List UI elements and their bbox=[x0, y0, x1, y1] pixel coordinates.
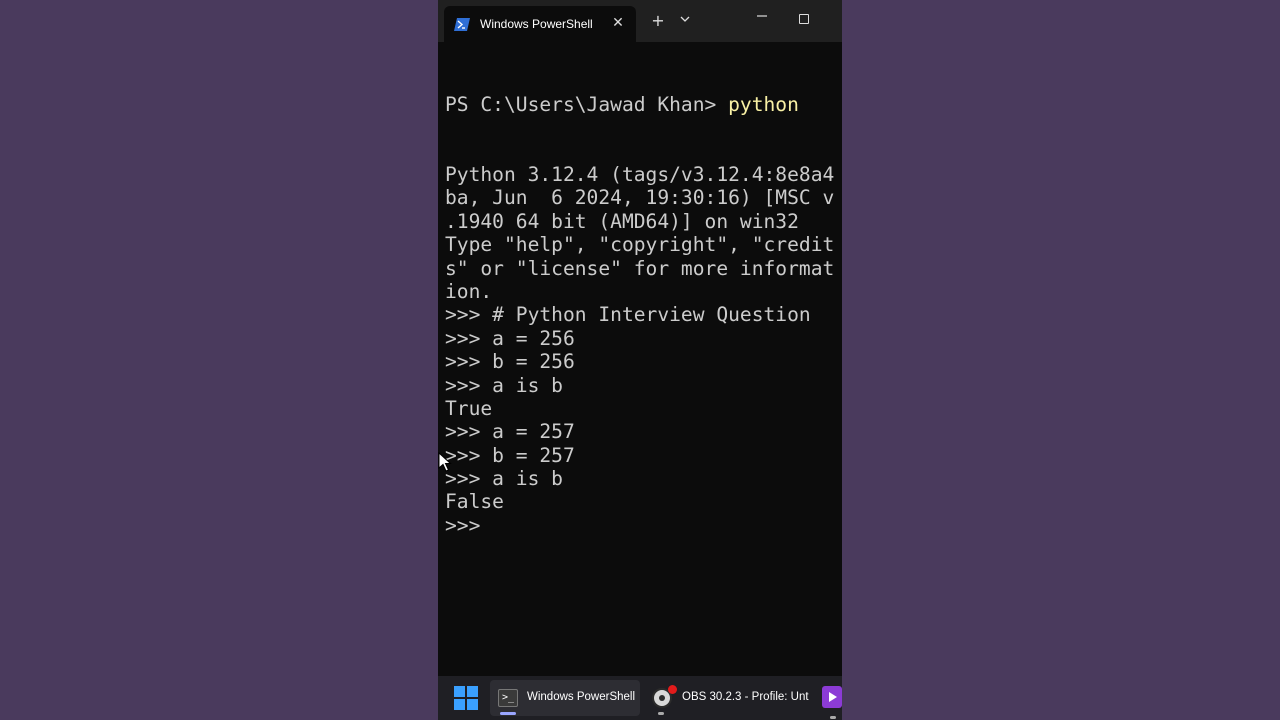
terminal-line: Type "help", "copyright", "credit bbox=[445, 233, 835, 257]
terminal-line: >>> b = 257 bbox=[445, 443, 575, 467]
maximize-button[interactable] bbox=[799, 14, 809, 24]
chevron-down-icon bbox=[680, 16, 690, 22]
mouse-pointer-icon bbox=[438, 452, 452, 472]
tab-dropdown-button[interactable] bbox=[675, 11, 695, 31]
terminal-line: >>> # Python Interview Question bbox=[445, 303, 811, 327]
terminal-line: .1940 64 bit (AMD64)] on win32 bbox=[445, 209, 799, 233]
terminal-line: Python 3.12.4 (tags/v3.12.4:8e8a4 bbox=[445, 163, 835, 187]
title-bar: Windows PowerShell ✕ + bbox=[438, 0, 842, 42]
minimize-button[interactable] bbox=[752, 8, 772, 28]
terminal-line: False bbox=[445, 490, 504, 514]
powershell-icon bbox=[454, 17, 470, 31]
tab-title: Windows PowerShell bbox=[480, 17, 593, 31]
taskbar-item-label: Windows PowerShell bbox=[527, 691, 636, 703]
terminal-output[interactable]: PS C:\Users\Jawad Khan> python Python 3.… bbox=[445, 46, 842, 674]
recording-badge-icon bbox=[668, 685, 677, 694]
running-indicator bbox=[830, 716, 836, 719]
ps-prompt: PS C:\Users\Jawad Khan> bbox=[445, 92, 729, 116]
terminal-line: >>> a = 256 bbox=[445, 326, 575, 350]
active-indicator bbox=[500, 712, 516, 715]
background-left bbox=[0, 0, 438, 720]
terminal-icon: >_ bbox=[498, 689, 518, 707]
taskbar-item-label: OBS 30.2.3 - Profile: Unt bbox=[682, 691, 809, 703]
taskbar: >_ Windows PowerShell OBS 30.2.3 - Profi… bbox=[438, 676, 842, 720]
terminal-line: s" or "license" for more informat bbox=[445, 256, 835, 280]
running-indicator bbox=[658, 712, 664, 715]
tab-close-icon[interactable]: ✕ bbox=[610, 15, 626, 31]
terminal-line: ion. bbox=[445, 279, 493, 303]
terminal-line: >>> b = 256 bbox=[445, 350, 575, 374]
terminal-line: ba, Jun 6 2024, 19:30:16) [MSC v bbox=[445, 186, 835, 210]
video-app-icon[interactable] bbox=[822, 686, 842, 708]
taskbar-item-powershell[interactable]: >_ Windows PowerShell bbox=[490, 680, 640, 716]
terminal-line: >>> a is b bbox=[445, 467, 563, 491]
taskbar-item-obs[interactable]: OBS 30.2.3 - Profile: Unt bbox=[650, 680, 810, 716]
terminal-line: >>> a = 257 bbox=[445, 420, 575, 444]
minimize-icon bbox=[757, 15, 767, 17]
terminal-lines: Python 3.12.4 (tags/v3.12.4:8e8a4 ba, Jun… bbox=[445, 163, 842, 537]
terminal-line: >>> bbox=[445, 513, 493, 537]
windows-start-icon[interactable] bbox=[454, 686, 478, 710]
powershell-window: Windows PowerShell ✕ + PS C:\Users\Jawad… bbox=[438, 0, 842, 720]
terminal-line: >>> a is b bbox=[445, 373, 563, 397]
terminal-line: True bbox=[445, 396, 493, 420]
new-tab-button[interactable]: + bbox=[648, 11, 668, 31]
ps-command: python bbox=[728, 92, 799, 116]
background-right bbox=[842, 0, 1280, 720]
terminal-prompt-line: PS C:\Users\Jawad Khan> python bbox=[445, 93, 842, 116]
tab-windows-powershell[interactable]: Windows PowerShell ✕ bbox=[444, 6, 636, 42]
